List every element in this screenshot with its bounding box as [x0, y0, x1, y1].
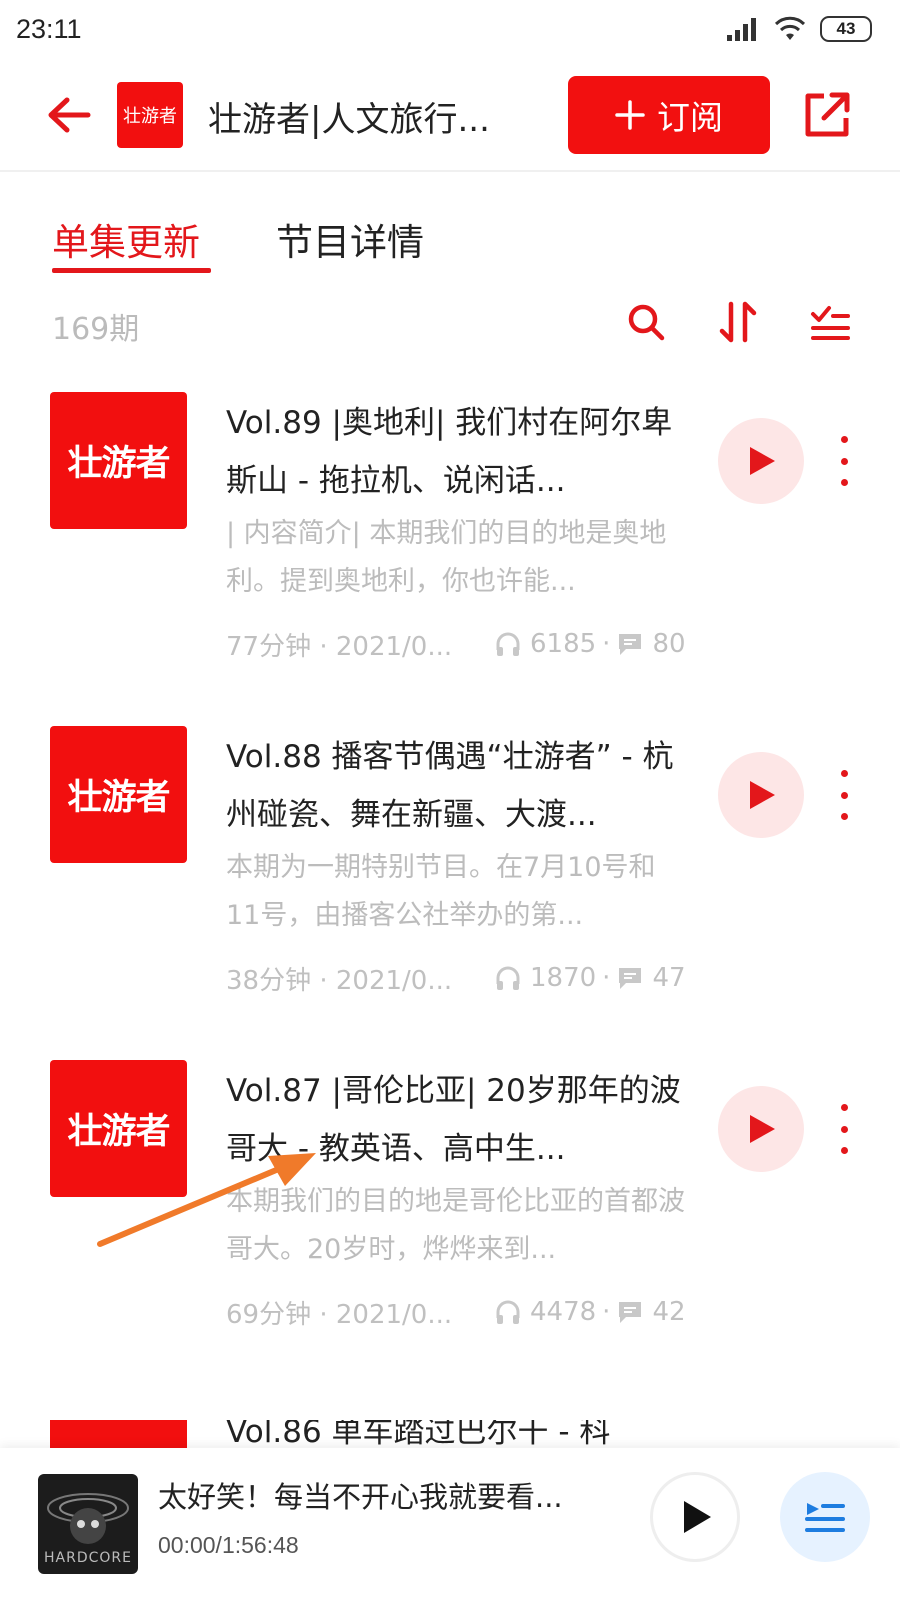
status-bar: 23:11 43 — [0, 0, 900, 62]
now-playing-time: 00:00/1:56:48 — [158, 1532, 299, 1558]
episode-plays: 4478 — [530, 1297, 597, 1327]
more-dot-icon — [840, 1147, 848, 1154]
episode-comments: 42 — [652, 1297, 686, 1327]
episode-cover: 壮游者 — [50, 726, 187, 863]
playlist-button[interactable] — [780, 1472, 870, 1562]
play-icon — [750, 781, 775, 809]
multi-select-icon — [811, 306, 850, 340]
share-button[interactable] — [802, 88, 854, 140]
headphones-icon — [496, 632, 520, 656]
headphones-icon — [496, 966, 520, 990]
episode-title[interactable]: Vol.86 单车踏过巴尔干 - 科 — [226, 1420, 610, 1448]
comment-icon — [619, 968, 642, 989]
episode-more-button[interactable] — [832, 436, 856, 486]
episode-duration-date: 77分钟 · 2021/0... — [226, 631, 453, 662]
podcast-title: 壮游者|人文旅行... — [208, 100, 490, 140]
episode-item[interactable]: 壮游者 Vol.88 播客节偶遇“壮游者” - 杭州碰瓷、舞在新疆、大渡... … — [0, 726, 900, 1066]
episode-item-partial[interactable]: Vol.86 单车踏过巴尔干 - 科 — [0, 1420, 900, 1448]
player-play-button[interactable] — [650, 1472, 740, 1562]
episode-item[interactable]: 壮游者 Vol.89 |奥地利| 我们村在阿尔卑斯山 - 拖拉机、说闲话... … — [0, 392, 900, 732]
episode-title[interactable]: Vol.88 播客节偶遇“壮游者” - 杭州碰瓷、舞在新疆、大渡... — [226, 728, 686, 844]
episode-comments: 47 — [652, 963, 686, 993]
comment-icon — [619, 1302, 642, 1323]
more-dot-icon — [840, 457, 848, 465]
search-icon — [628, 304, 665, 341]
episode-count: 169期 — [52, 312, 140, 347]
playlist-icon — [805, 1503, 845, 1532]
back-arrow-icon — [48, 97, 91, 133]
wifi-icon — [774, 16, 806, 40]
more-dot-icon — [840, 791, 848, 799]
tab-episodes[interactable]: 单集更新 — [52, 212, 200, 266]
episode-item[interactable]: 壮游者 Vol.87 |哥伦比亚| 20岁那年的波哥大 - 教英语、高中生...… — [0, 1060, 900, 1400]
plus-icon — [615, 100, 645, 130]
episode-plays: 1870 — [530, 963, 597, 993]
more-dot-icon — [840, 1104, 848, 1111]
battery-indicator: 43 — [820, 16, 872, 42]
play-icon — [750, 1115, 775, 1143]
episode-plays: 6185 — [530, 629, 597, 659]
episode-meta: 38分钟 · 2021/0... 1870 · 47 — [226, 958, 696, 998]
search-button[interactable] — [624, 300, 668, 344]
share-icon — [805, 92, 850, 137]
more-dot-icon — [840, 1125, 848, 1133]
episode-cover: 壮游者 — [50, 392, 187, 529]
sort-button[interactable] — [716, 300, 760, 344]
comment-icon — [619, 634, 642, 655]
episode-description: 本期我们的目的地是哥伦比亚的首都波哥大。20岁时，烨烨来到... — [226, 1186, 685, 1265]
podcast-logo-text: 壮游者 — [123, 106, 177, 127]
battery-level: 43 — [836, 19, 856, 38]
episode-title[interactable]: Vol.89 |奥地利| 我们村在阿尔卑斯山 - 拖拉机、说闲话... — [226, 394, 686, 510]
episode-meta: 77分钟 · 2021/0... 6185 · 80 — [226, 624, 696, 664]
episode-cover — [50, 1420, 187, 1448]
more-dot-icon — [840, 436, 848, 443]
play-icon — [750, 447, 775, 475]
episode-play-button[interactable] — [718, 1086, 804, 1172]
sort-icon — [719, 301, 757, 343]
status-icons: 43 — [726, 16, 872, 42]
episode-play-button[interactable] — [718, 418, 804, 504]
back-button[interactable] — [44, 90, 94, 140]
episode-more-button[interactable] — [832, 770, 856, 820]
episode-meta: 69分钟 · 2021/0... 4478 · 42 — [226, 1292, 696, 1332]
status-time: 23:11 — [16, 14, 82, 44]
more-dot-icon — [840, 479, 848, 486]
episode-more-button[interactable] — [832, 1104, 856, 1154]
play-icon — [684, 1501, 711, 1533]
mini-player[interactable]: HARDCORE 太好笑！每当不开心我就要看... 00:00/1:56:48 — [0, 1448, 900, 1600]
tab-bar: 单集更新 节目详情 — [0, 200, 900, 280]
more-dot-icon — [840, 770, 848, 777]
episode-comments: 80 — [652, 629, 686, 659]
episode-cover-text: 壮游者 — [67, 444, 170, 484]
header: 壮游者 壮游者|人文旅行... 订阅 — [0, 62, 900, 172]
now-playing-cover: HARDCORE — [38, 1474, 138, 1574]
episode-description: 本期为一期特别节目。在7月10号和11号，由播客公社举办的第... — [226, 852, 656, 931]
episode-description: | 内容简介| 本期我们的目的地是奥地利。提到奥地利，你也许能... — [226, 518, 667, 597]
episode-cover-text: 壮游者 — [67, 778, 170, 818]
episode-cover-text: 壮游者 — [67, 1112, 170, 1152]
episode-duration-date: 69分钟 · 2021/0... — [226, 1299, 453, 1330]
batch-select-button[interactable] — [808, 300, 852, 344]
list-toolbar: 169期 — [0, 290, 900, 360]
more-dot-icon — [840, 813, 848, 820]
episode-duration-date: 38分钟 · 2021/0... — [226, 965, 453, 996]
episode-cover: 壮游者 — [50, 1060, 187, 1197]
signal-icon — [727, 18, 756, 41]
episode-play-button[interactable] — [718, 752, 804, 838]
subscribe-button[interactable]: 订阅 — [568, 76, 770, 154]
subscribe-label: 订阅 — [657, 98, 723, 137]
podcast-logo: 壮游者 — [117, 82, 183, 148]
active-tab-indicator — [52, 268, 211, 273]
tab-details[interactable]: 节目详情 — [276, 212, 424, 266]
episode-title[interactable]: Vol.87 |哥伦比亚| 20岁那年的波哥大 - 教英语、高中生... — [226, 1062, 686, 1178]
now-playing-title: 太好笑！每当不开心我就要看... — [158, 1480, 563, 1514]
headphones-icon — [496, 1300, 520, 1324]
now-playing-cover-text: HARDCORE — [44, 1550, 132, 1566]
